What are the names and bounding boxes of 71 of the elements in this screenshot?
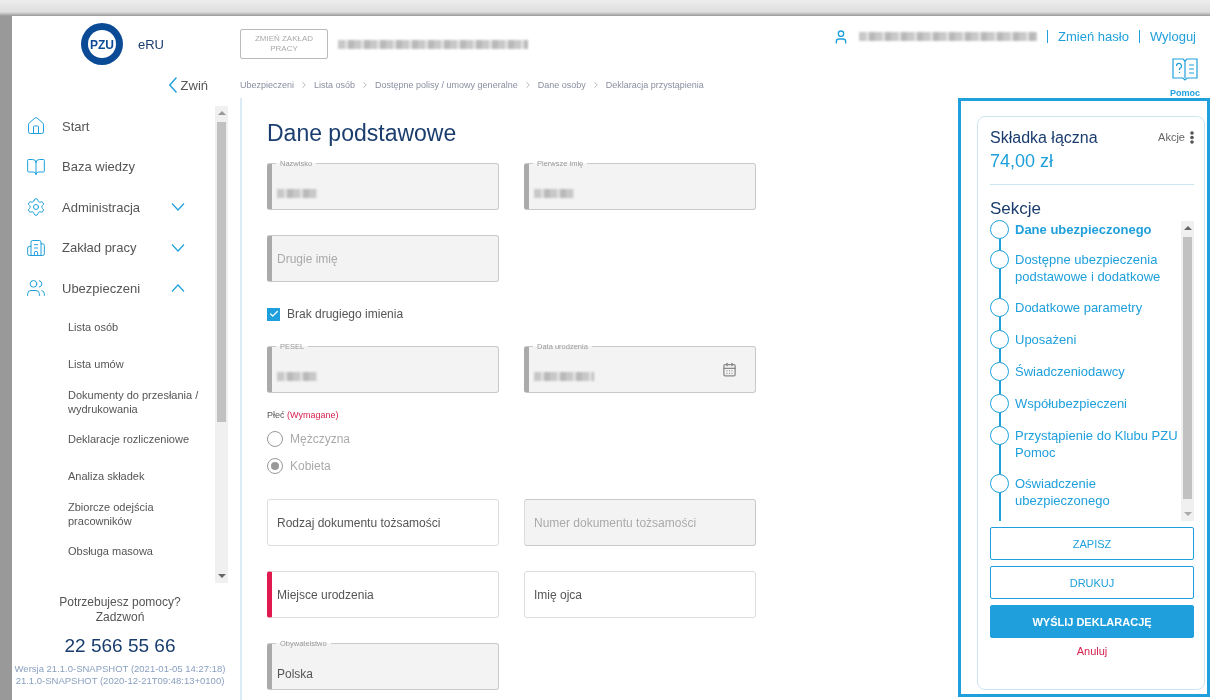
nav-item[interactable]: Start (12, 106, 215, 147)
phone-number: 22 566 55 66 (63, 635, 177, 657)
actions-button[interactable]: Akcje (1158, 129, 1194, 145)
action-button[interactable]: ZAPISZ (990, 527, 1194, 560)
header-link[interactable]: Wyloguj (1149, 29, 1196, 44)
sections-title: Sekcje (990, 199, 1043, 219)
people-icon (26, 278, 46, 299)
placeholder-text: Imię ojca (534, 587, 583, 602)
nav-subitem[interactable]: Dokumenty do przesłania / wydrukowania (12, 382, 215, 421)
total-amount: 74,00 zł (990, 151, 1194, 185)
gear-icon (26, 197, 46, 218)
scrollbar[interactable] (215, 106, 228, 583)
input-field[interactable]: Rodzaj dokumentu tożsamości (267, 499, 499, 546)
section-link[interactable]: Przystąpienie do Klubu PZU Pomoc (990, 427, 1181, 461)
logo: PZU (80, 22, 124, 66)
section-link[interactable]: Dodatkowe parametry (990, 299, 1181, 317)
nav-item[interactable]: Zakład pracy (12, 227, 215, 268)
building-icon (26, 237, 46, 258)
card-title: Składka łączna (990, 129, 1098, 147)
breadcrumb-link[interactable]: Dane osoby (537, 80, 586, 90)
more-icon (1190, 130, 1194, 144)
action-button[interactable]: DRUKUJ (990, 566, 1194, 599)
radio-label: Mężczyzna (290, 432, 351, 446)
chevron-down-icon (171, 203, 185, 212)
help-text: Potrzebujesz pomocy? Zadzwoń (58, 595, 182, 625)
scrollbar[interactable] (1181, 221, 1194, 521)
field-value: Polska (277, 666, 314, 681)
input-field[interactable]: Miejsce urodzenia (267, 571, 499, 618)
form-title: Dane podstawowe (267, 120, 458, 147)
placeholder-text: Numer dokumentu tożsamości (534, 515, 697, 530)
section-link[interactable]: Dane ubezpieczonego (990, 221, 1181, 239)
breadcrumb-link[interactable]: Lista osób (314, 80, 356, 90)
checkbox-label: Brak drugiego imienia (287, 307, 404, 321)
nav-subitem[interactable]: Analiza składek (12, 457, 215, 495)
book-icon (1172, 57, 1198, 81)
version-text: Wersja 21.1.0-SNAPSHOT (2021-01-05 14:27:18) 21.1.0-SNAPSHOT (2020-12-21T09:48:13+0100) (13, 663, 227, 687)
nav-item[interactable]: Administracja (12, 187, 215, 228)
action-button[interactable]: WYŚLIJ DEKLARACJĘ (990, 605, 1194, 638)
placeholder-text: Rodzaj dokumentu tożsamości (277, 515, 441, 530)
house-icon (26, 116, 46, 137)
nav-subitem[interactable]: Lista umów (12, 345, 215, 383)
nav-subitem[interactable]: Zbiorcze odejścia pracowników (12, 494, 215, 533)
collapse-button[interactable]: Zwiń (168, 72, 208, 98)
group-label: Płeć (Wymagane) (267, 410, 340, 420)
nav-subitem[interactable]: Deklaracje rozliczeniowe (12, 420, 215, 458)
book-icon (26, 156, 46, 177)
breadcrumb-link[interactable]: Dostępne polisy / umowy generalne (375, 80, 518, 90)
nav-subitem[interactable]: Obsługa masowa (12, 532, 215, 570)
section-link[interactable]: Współubezpieczeni (990, 395, 1181, 413)
change-workplace-button[interactable]: ZMIEŃ ZAKŁAD PRACY (240, 29, 328, 59)
section-link[interactable]: Oświadczenie ubezpieczonego (990, 475, 1181, 509)
help-button[interactable]: Pomoc (1170, 57, 1200, 98)
nav-item[interactable]: Ubezpieczeni (12, 268, 215, 309)
header-link[interactable]: Zmień hasło (1058, 29, 1129, 44)
breadcrumb-link[interactable]: Ubezpieczeni (240, 80, 295, 90)
placeholder-text: Drugie imię (277, 251, 338, 266)
chevron-down-icon (171, 243, 185, 252)
breadcrumb-link[interactable]: Deklaracja przystąpienia (605, 80, 704, 90)
chevron-up-icon (171, 284, 185, 293)
nav-subitem[interactable]: Lista osób (12, 308, 215, 346)
checkbox[interactable] (267, 307, 280, 321)
section-link[interactable]: Dostępne ubezpieczenia podstawowe i dodatkowe (990, 251, 1181, 285)
chevron-left-icon (168, 77, 177, 93)
input-field[interactable]: Imię ojca (524, 571, 756, 618)
radio-label: Kobieta (290, 459, 331, 473)
app-name: eRU (138, 36, 164, 52)
nav-item[interactable]: Baza wiedzy (12, 146, 215, 187)
section-link[interactable]: Świadczeniodawcy (990, 363, 1181, 381)
cancel-link[interactable]: Anuluj (1076, 645, 1108, 657)
section-link[interactable]: Uposażeni (990, 331, 1181, 349)
placeholder-text: Miejsce urodzenia (277, 587, 374, 602)
